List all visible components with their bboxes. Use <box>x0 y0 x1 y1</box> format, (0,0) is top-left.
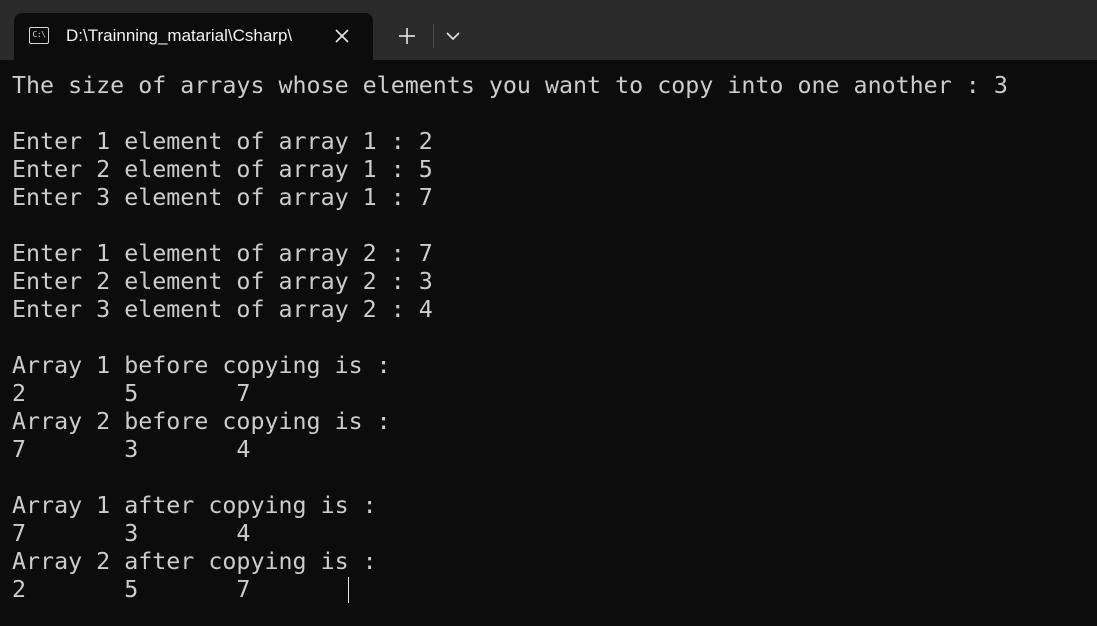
terminal-line: Array 1 after copying is : <box>12 492 377 519</box>
command-prompt-icon: C:\ <box>29 27 49 44</box>
tab-title: D:\Trainning_matarial\Csharp\ <box>66 26 293 45</box>
terminal-line: The size of arrays whose elements you wa… <box>12 72 1008 99</box>
new-tab-button[interactable] <box>390 20 424 52</box>
terminal-line: 2 5 7 <box>12 576 251 603</box>
terminal-line: Enter 3 element of array 1 : 7 <box>12 184 433 211</box>
terminal-line: 7 3 4 <box>12 520 251 547</box>
titlebar-divider <box>433 24 434 48</box>
terminal-tab[interactable]: C:\ D:\Trainning_matarial\Csharp\ <box>14 13 373 60</box>
close-tab-button[interactable] <box>332 24 352 48</box>
terminal-line: 2 5 7 <box>12 380 251 407</box>
plus-icon <box>399 28 415 44</box>
title-bar: C:\ D:\Trainning_matarial\Csharp\ <box>0 0 1097 60</box>
terminal-line: 7 3 4 <box>12 436 251 463</box>
close-icon <box>335 29 349 43</box>
terminal-line: Enter 1 element of array 1 : 2 <box>12 128 433 155</box>
terminal-line: Array 2 before copying is : <box>12 408 391 435</box>
profiles-dropdown-button[interactable] <box>440 20 466 52</box>
chevron-down-icon <box>446 32 460 41</box>
terminal-line: Enter 3 element of array 2 : 4 <box>12 296 433 323</box>
terminal-output: The size of arrays whose elements you wa… <box>12 72 1008 604</box>
terminal-line: Enter 2 element of array 1 : 5 <box>12 156 433 183</box>
text-cursor <box>348 577 349 603</box>
terminal-line: Enter 1 element of array 2 : 7 <box>12 240 433 267</box>
terminal-line: Array 2 after copying is : <box>12 548 377 575</box>
terminal-line: Enter 2 element of array 2 : 3 <box>12 268 433 295</box>
terminal-window: C:\ D:\Trainning_matarial\Csharp\ The si… <box>0 0 1097 626</box>
terminal-output-area[interactable]: The size of arrays whose elements you wa… <box>0 60 1097 626</box>
terminal-line: Array 1 before copying is : <box>12 352 391 379</box>
